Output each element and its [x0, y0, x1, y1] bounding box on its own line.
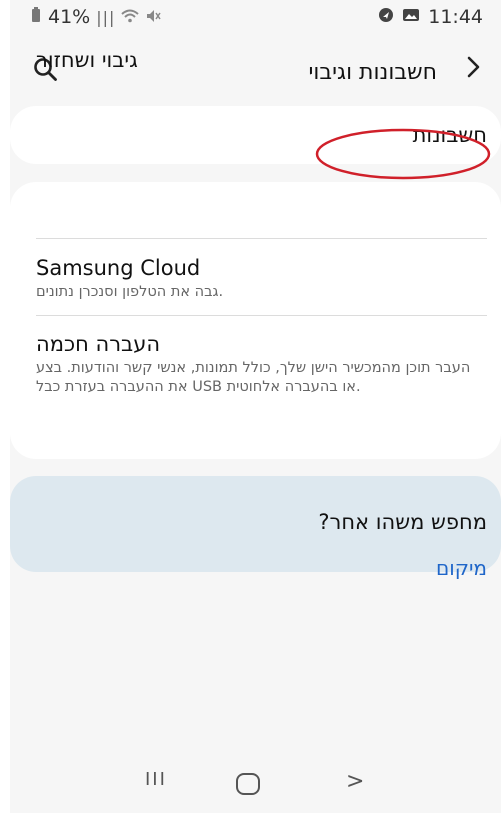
- backup-card: [10, 182, 501, 459]
- samsung-cloud-title: Samsung Cloud: [36, 256, 201, 280]
- looking-for-card: מחפש משהו אחר? מיקום: [10, 476, 501, 580]
- battery-icon: [30, 6, 42, 28]
- navigation-bar: III >: [10, 753, 501, 813]
- signal-icon: |||: [96, 7, 116, 27]
- location-link[interactable]: מיקום: [436, 556, 487, 580]
- backup-restore-title: גיבוי ושחזור: [36, 48, 138, 72]
- samsung-cloud-subtitle: גבה את הטלפון וסנכרן נתונים.: [36, 284, 224, 300]
- battery-percent: 41%: [48, 6, 91, 28]
- backup-restore-item[interactable]: גיבוי ושחזור: [36, 48, 487, 72]
- smart-switch-item[interactable]: העברה חכמה העבר תוכן מהמכשיר הישן שלך, כ…: [36, 332, 487, 397]
- divider: [36, 238, 487, 239]
- back-button[interactable]: >: [346, 769, 364, 794]
- home-button[interactable]: [236, 773, 260, 795]
- screen: 41% ||| 11:44 חשבונות וגיבוי חשבונות גיב…: [10, 0, 501, 813]
- location-icon: [378, 6, 394, 28]
- smart-switch-subtitle: העבר תוכן מהמכשיר הישן שלך, כולל תמונות,…: [36, 360, 471, 395]
- smart-switch-title: העברה חכמה: [36, 332, 161, 356]
- recent-apps-button[interactable]: III: [145, 769, 167, 790]
- mute-icon: [145, 6, 162, 28]
- divider: [36, 315, 487, 316]
- samsung-cloud-item[interactable]: Samsung Cloud גבה את הטלפון וסנכרן נתוני…: [36, 256, 487, 302]
- highlight-ellipse: [315, 128, 491, 180]
- clock-time: 11:44: [428, 6, 483, 28]
- wifi-icon: [121, 6, 140, 28]
- gallery-icon: [402, 6, 420, 28]
- status-bar: 41% ||| 11:44: [10, 0, 501, 30]
- looking-for-question: מחפש משהו אחר?: [318, 510, 487, 534]
